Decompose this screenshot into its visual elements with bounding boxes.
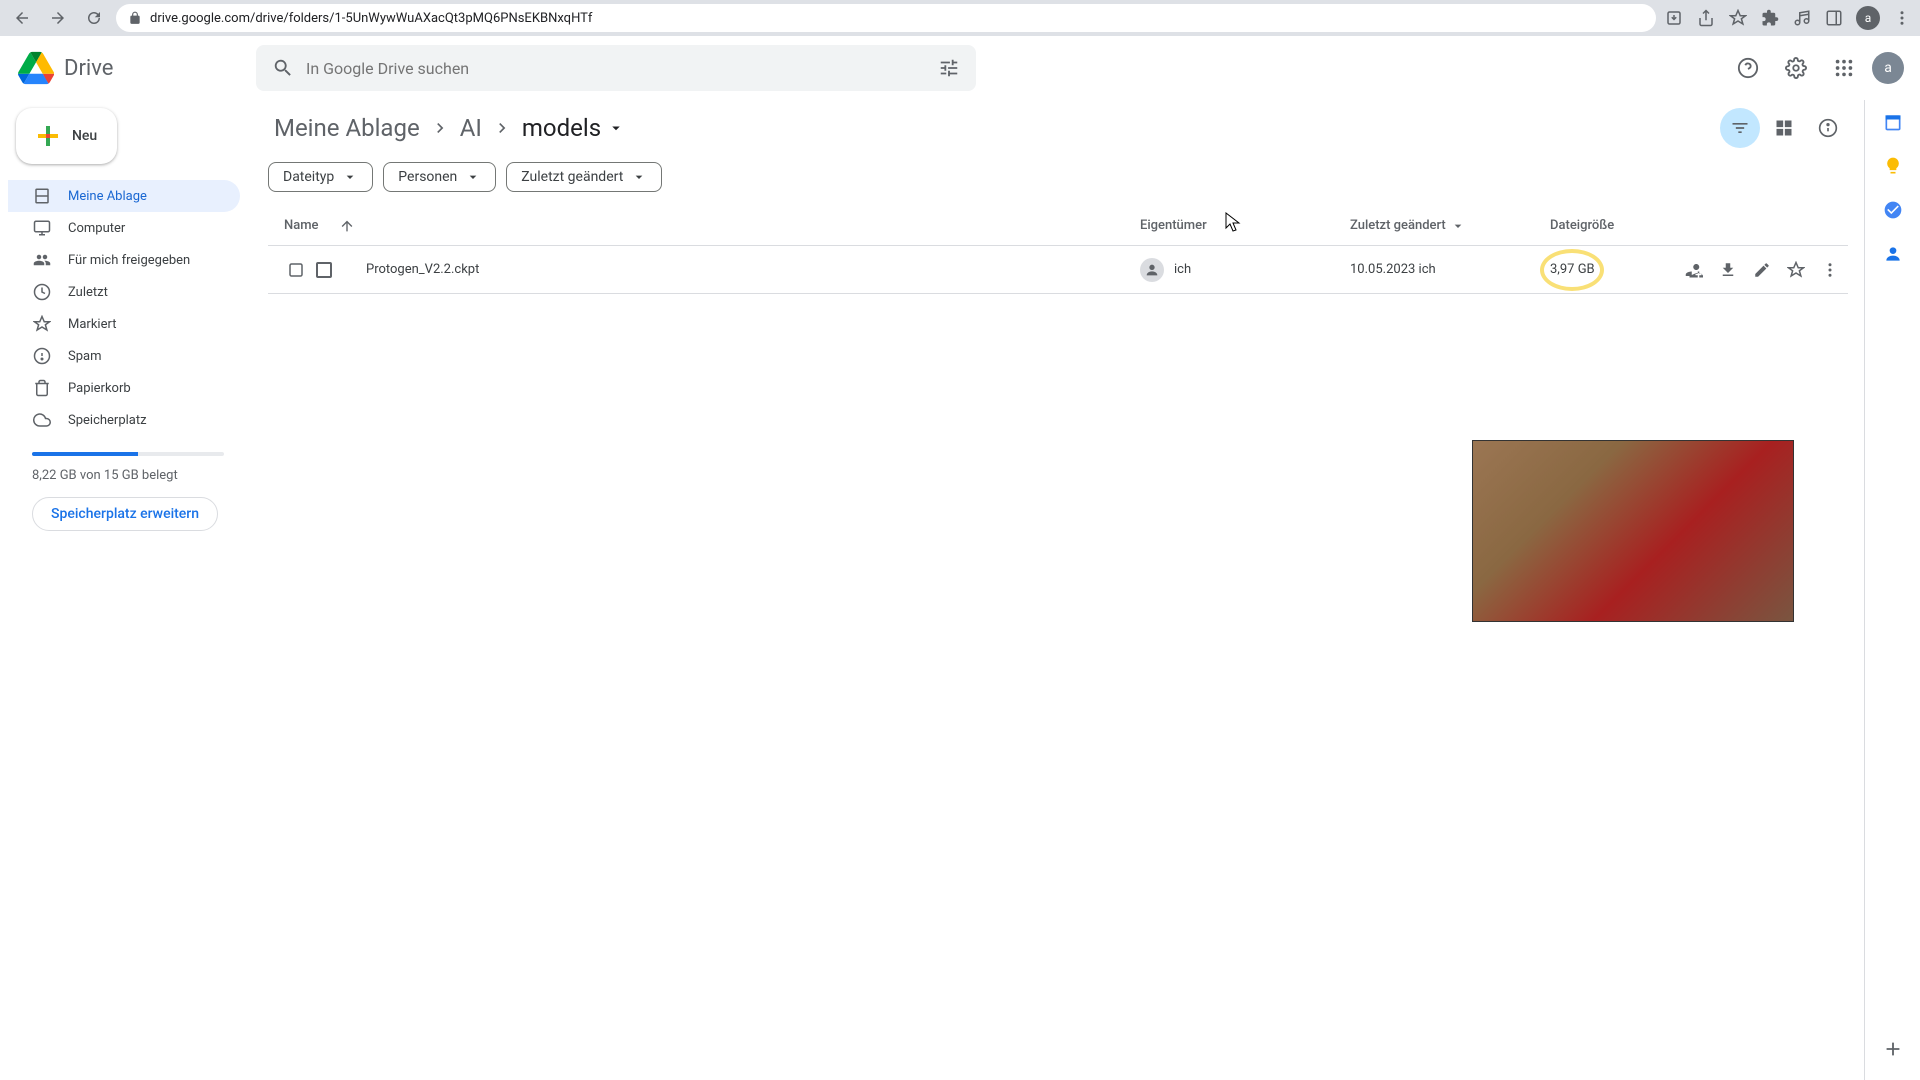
profile-avatar[interactable]: a (1856, 6, 1880, 30)
drive-logo-icon (16, 48, 56, 88)
sidepanel-icon[interactable] (1824, 8, 1844, 28)
tune-icon[interactable] (938, 57, 960, 79)
download-button[interactable] (1718, 260, 1738, 280)
plus-icon (36, 124, 60, 148)
trash-icon (32, 378, 52, 398)
table-row[interactable]: Protogen_V2.2.ckpt ich 10.05.2023 ich 3,… (268, 246, 1848, 294)
drive-header: Drive a (0, 36, 1920, 100)
sidebar-item-storage[interactable]: Speicherplatz (8, 404, 240, 436)
extensions-icon[interactable] (1760, 8, 1780, 28)
computer-icon (32, 218, 52, 238)
breadcrumb: Meine Ablage AI models (268, 110, 631, 146)
sidebar-item-starred[interactable]: Markiert (8, 308, 240, 340)
column-name[interactable]: Name (284, 218, 319, 233)
chevron-down-icon (1450, 218, 1466, 234)
breadcrumb-item[interactable]: Meine Ablage (268, 110, 426, 146)
sidebar-item-spam[interactable]: Spam (8, 340, 240, 372)
share-icon[interactable] (1696, 8, 1716, 28)
url-text: drive.google.com/drive/folders/1-5UnWywW… (150, 11, 592, 26)
sidebar-item-my-drive[interactable]: Meine Ablage (8, 180, 240, 212)
column-modified[interactable]: Zuletzt geändert (1350, 218, 1446, 233)
media-icon[interactable] (1792, 8, 1812, 28)
more-actions-button[interactable] (1820, 260, 1840, 280)
cloud-icon (32, 410, 52, 430)
address-bar[interactable]: drive.google.com/drive/folders/1-5UnWywW… (116, 4, 1656, 32)
filter-people[interactable]: Personen (383, 162, 496, 192)
chevron-down-icon (607, 119, 625, 137)
account-avatar[interactable]: a (1872, 52, 1904, 84)
chevron-right-icon (430, 118, 450, 138)
webcam-overlay (1472, 440, 1794, 622)
people-icon (32, 250, 52, 270)
chevron-right-icon (492, 118, 512, 138)
modified-date: 10.05.2023 ich (1350, 262, 1436, 277)
apps-icon[interactable] (1824, 48, 1864, 88)
search-bar[interactable] (256, 45, 976, 91)
filter-toggle-button[interactable] (1720, 108, 1760, 148)
owner-avatar-icon (1140, 258, 1164, 282)
sidebar-item-shared[interactable]: Für mich freigegeben (8, 244, 240, 276)
search-input[interactable] (306, 59, 926, 78)
info-button[interactable] (1808, 108, 1848, 148)
share-button[interactable] (1684, 260, 1704, 280)
chevron-down-icon (342, 169, 358, 185)
add-panel-button[interactable] (1882, 1038, 1904, 1060)
owner-name: ich (1174, 262, 1191, 277)
table-header: Name Eigentümer Zuletzt geändert Dateigr… (268, 206, 1848, 246)
back-button[interactable] (8, 4, 36, 32)
file-icon (316, 262, 332, 278)
calendar-icon[interactable] (1883, 112, 1903, 132)
search-icon (272, 57, 294, 79)
star-icon (32, 314, 52, 334)
sidebar-item-trash[interactable]: Papierkorb (8, 372, 240, 404)
app-title: Drive (64, 56, 113, 81)
filter-modified[interactable]: Zuletzt geändert (506, 162, 662, 192)
lock-icon (128, 11, 142, 25)
row-checkbox[interactable] (276, 261, 316, 279)
help-icon[interactable] (1728, 48, 1768, 88)
star-button[interactable] (1786, 260, 1806, 280)
sort-arrow-up-icon[interactable] (339, 218, 355, 234)
upgrade-button[interactable]: Speicherplatz erweitern (32, 497, 218, 531)
contacts-icon[interactable] (1883, 244, 1903, 264)
drive-icon (32, 186, 52, 206)
bookmark-icon[interactable] (1728, 8, 1748, 28)
filter-type[interactable]: Dateityp (268, 162, 373, 192)
spam-icon (32, 346, 52, 366)
sidebar-item-computers[interactable]: Computer (8, 212, 240, 244)
storage-text: 8,22 GB von 15 GB belegt (32, 468, 224, 483)
column-owner[interactable]: Eigentümer (1140, 218, 1207, 233)
browser-toolbar: drive.google.com/drive/folders/1-5UnWywW… (0, 0, 1920, 36)
rename-button[interactable] (1752, 260, 1772, 280)
gear-icon[interactable] (1776, 48, 1816, 88)
chevron-down-icon (631, 169, 647, 185)
forward-button[interactable] (44, 4, 72, 32)
clock-icon (32, 282, 52, 302)
new-button[interactable]: Neu (16, 108, 117, 164)
file-name: Protogen_V2.2.ckpt (366, 262, 479, 277)
main-content: Meine Ablage AI models Dateityp Personen… (256, 100, 1864, 1080)
chevron-down-icon (465, 169, 481, 185)
breadcrumb-item-current[interactable]: models (516, 110, 631, 146)
tasks-icon[interactable] (1883, 200, 1903, 220)
grid-view-button[interactable] (1764, 108, 1804, 148)
menu-icon[interactable] (1892, 8, 1912, 28)
keep-icon[interactable] (1883, 156, 1903, 176)
new-button-label: Neu (72, 128, 97, 144)
reload-button[interactable] (80, 4, 108, 32)
right-side-panel (1864, 100, 1920, 1080)
column-size[interactable]: Dateigröße (1550, 218, 1614, 233)
breadcrumb-item[interactable]: AI (454, 110, 488, 146)
storage-bar (32, 452, 224, 456)
logo-section[interactable]: Drive (16, 48, 248, 88)
sidebar-item-recent[interactable]: Zuletzt (8, 276, 240, 308)
install-icon[interactable] (1664, 8, 1684, 28)
file-size: 3,97 GB (1550, 262, 1595, 277)
sidebar: Neu Meine Ablage Computer Für mich freig… (0, 100, 256, 1080)
